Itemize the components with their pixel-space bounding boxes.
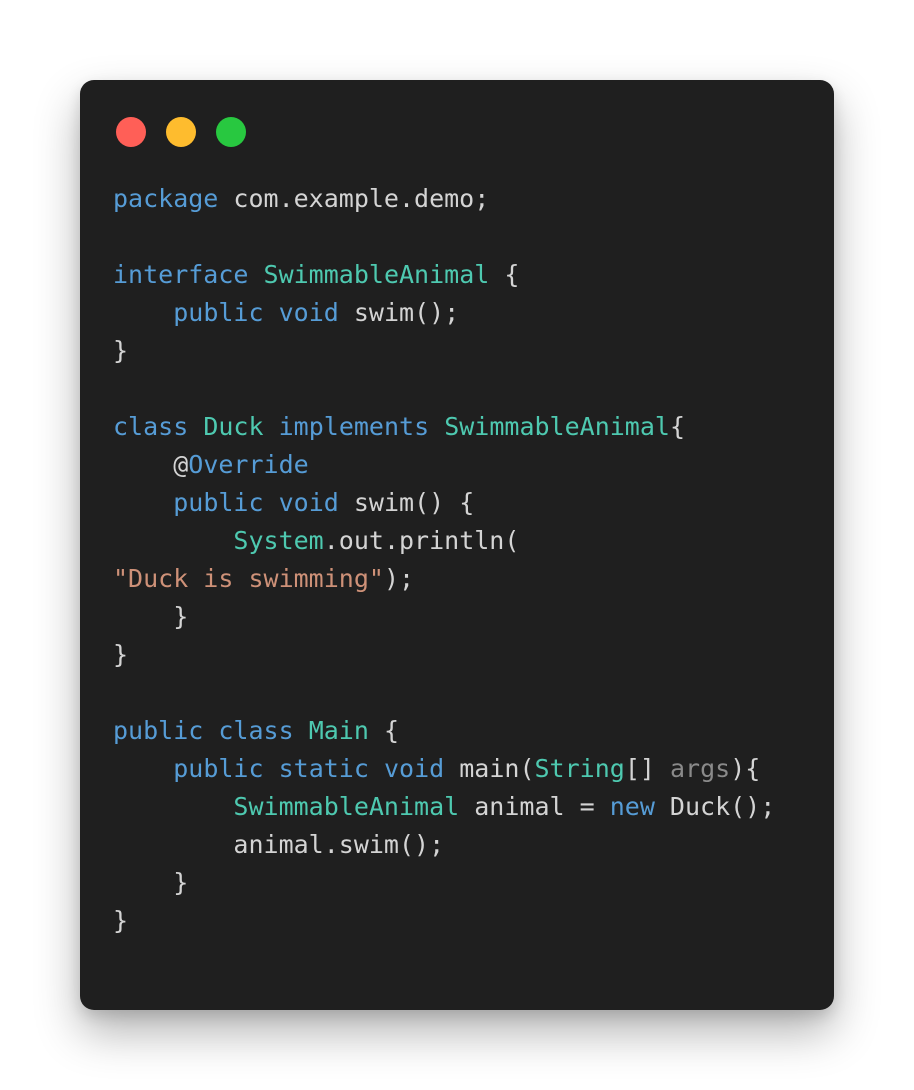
code-token-default: swim() {	[338, 488, 475, 517]
code-line: @Override	[113, 446, 775, 484]
code-token-default	[113, 526, 233, 555]
code-token-default	[113, 298, 173, 327]
code-token-default: {	[368, 716, 400, 745]
code-token-default	[113, 792, 233, 821]
code-token-type: SwimmableAnimal	[444, 412, 670, 441]
code-token-default: }	[113, 602, 189, 631]
code-token-default	[113, 488, 173, 517]
window-controls	[116, 117, 246, 147]
code-token-default	[264, 298, 279, 327]
code-token-default: animal =	[459, 792, 610, 821]
code-token-default	[113, 754, 173, 783]
code-token-default: }	[113, 906, 129, 935]
code-line: System.out.println(	[113, 522, 775, 560]
close-button[interactable]	[116, 117, 146, 147]
code-line: public static void main(String[] args){	[113, 750, 775, 788]
code-token-default	[248, 260, 263, 289]
code-line: class Duck implements SwimmableAnimal{	[113, 408, 775, 446]
code-token-default: {	[669, 412, 686, 441]
code-line: }	[113, 598, 775, 636]
code-line: interface SwimmableAnimal {	[113, 256, 775, 294]
code-token-default	[294, 716, 309, 745]
code-token-default	[264, 412, 279, 441]
code-token-default: com.example.demo;	[218, 184, 490, 213]
code-line: }	[113, 636, 775, 674]
code-token-keyword: new	[609, 792, 655, 821]
code-token-default: []	[624, 754, 670, 783]
code-line: SwimmableAnimal animal = new Duck();	[113, 788, 775, 826]
code-token-keyword: public	[173, 754, 264, 783]
minimize-button[interactable]	[166, 117, 196, 147]
code-line: package com.example.demo;	[113, 180, 775, 218]
code-token-param: args	[669, 754, 731, 783]
code-token-keyword: public	[173, 488, 264, 517]
code-token-keyword: void	[278, 298, 339, 327]
code-token-type: SwimmableAnimal	[263, 260, 490, 289]
code-token-default: animal.swim();	[113, 830, 445, 859]
code-token-default	[264, 488, 279, 517]
code-line: }	[113, 864, 775, 902]
code-token-default	[188, 412, 203, 441]
code-token-type: SwimmableAnimal	[233, 792, 460, 821]
code-line: "Duck is swimming");	[113, 560, 775, 598]
code-token-type: Main	[308, 716, 369, 745]
code-block: package com.example.demo;​interface Swim…	[113, 180, 775, 940]
code-token-default: }	[113, 336, 129, 365]
code-token-keyword: implements	[278, 412, 430, 441]
code-token-default: }	[113, 868, 189, 897]
code-token-default: }	[113, 640, 129, 669]
code-token-keyword: package	[113, 184, 219, 213]
code-token-string: "Duck is swimming"	[113, 564, 384, 593]
code-token-keyword: static	[278, 754, 369, 783]
code-token-keyword: Override	[188, 450, 309, 479]
code-token-keyword: public	[173, 298, 264, 327]
code-line: }	[113, 332, 775, 370]
code-token-type: Duck	[203, 412, 264, 441]
code-line: animal.swim();	[113, 826, 775, 864]
code-line: public void swim();	[113, 294, 775, 332]
code-line: public void swim() {	[113, 484, 775, 522]
code-token-default	[203, 716, 218, 745]
code-token-keyword: void	[383, 754, 445, 783]
code-token-keyword: class	[113, 412, 189, 441]
code-token-keyword: public	[113, 716, 204, 745]
code-token-keyword: void	[278, 488, 339, 517]
code-token-default	[369, 754, 384, 783]
code-line: ​	[113, 218, 775, 256]
code-token-default: {	[489, 260, 520, 289]
code-line: }	[113, 902, 775, 940]
code-token-default: main(	[444, 754, 535, 783]
code-line: public class Main {	[113, 712, 775, 750]
code-window: package com.example.demo;​interface Swim…	[80, 80, 834, 1010]
code-token-default: .out.println(	[323, 526, 520, 555]
code-line: ​	[113, 370, 775, 408]
code-token-default	[429, 412, 444, 441]
code-token-default: ){	[730, 754, 761, 783]
code-token-default: );	[383, 564, 415, 593]
code-token-default: Duck();	[654, 792, 776, 821]
maximize-button[interactable]	[216, 117, 246, 147]
code-token-keyword: class	[218, 716, 294, 745]
code-line: ​	[113, 674, 775, 712]
code-token-type: String	[534, 754, 625, 783]
code-token-default: swim();	[338, 298, 460, 327]
code-token-keyword: interface	[113, 260, 249, 289]
code-token-type: System	[233, 526, 324, 555]
code-token-default	[264, 754, 279, 783]
code-token-default: @	[113, 450, 189, 479]
